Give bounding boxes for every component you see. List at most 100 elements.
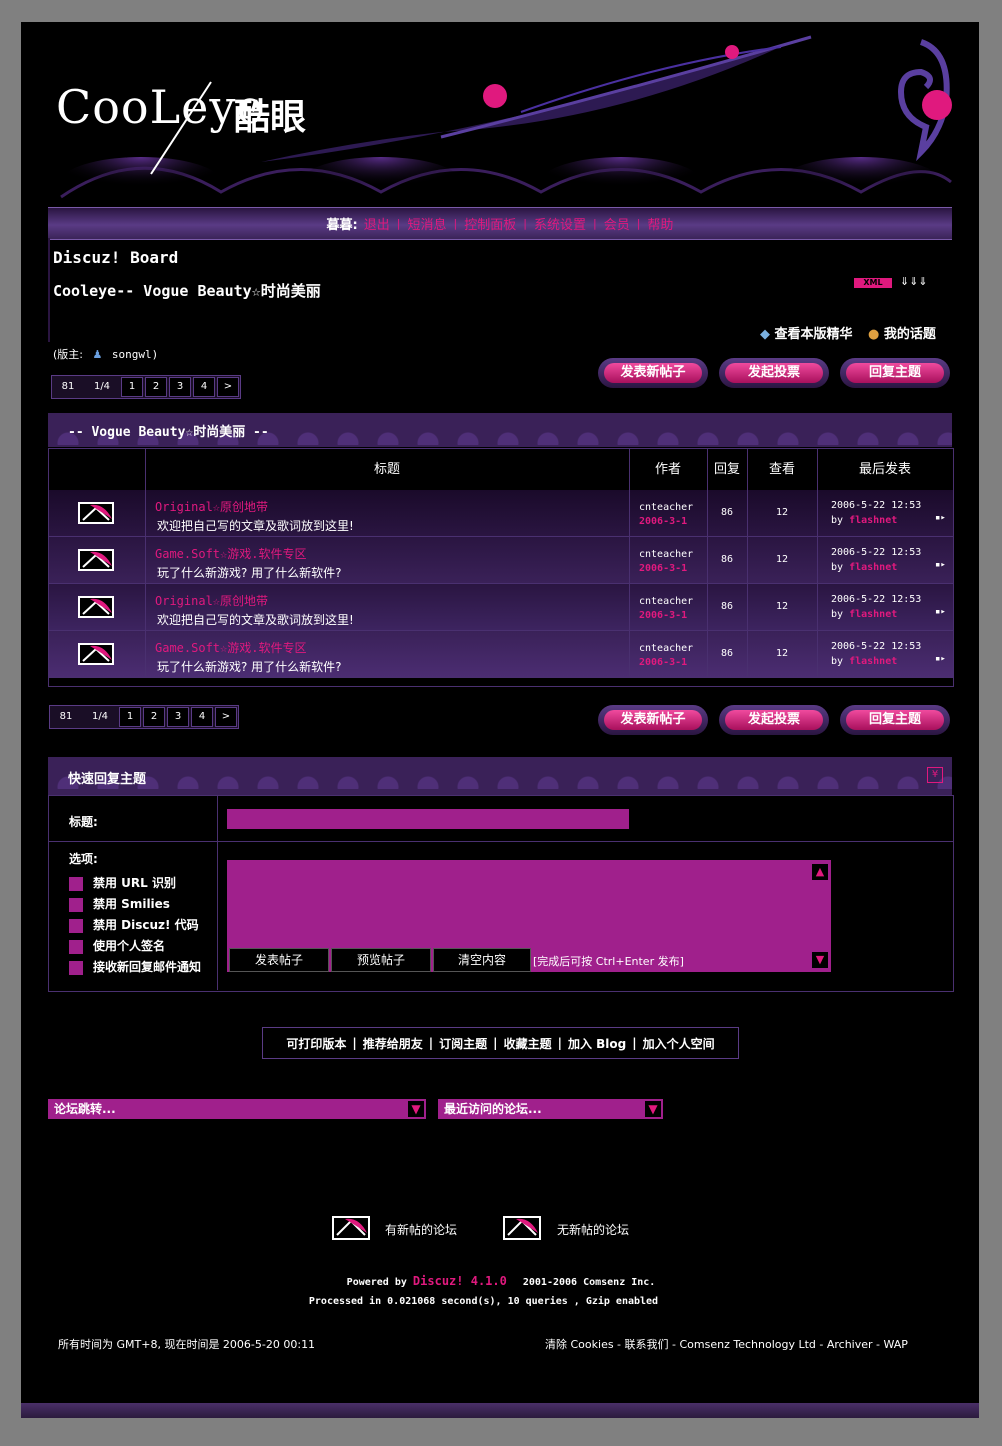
forum-title[interactable]: Game.Soft☆游戏.软件专区 (155, 639, 306, 656)
last-post-user[interactable]: flashnet (849, 609, 897, 620)
checkbox[interactable] (69, 897, 83, 912)
pager-page-4[interactable]: 4 (191, 707, 213, 727)
author-name[interactable]: cnteacher (639, 549, 693, 560)
forum-jump-label: 论坛跳转... (54, 1102, 116, 1116)
by-label: by (831, 609, 844, 620)
option-label: 禁用 Smilies (93, 897, 170, 911)
new-thread-button[interactable]: 发表新帖子 (598, 705, 708, 735)
moderator-name[interactable]: songwl) (112, 348, 158, 361)
submit-button[interactable]: 发表帖子 (229, 948, 329, 972)
author-name[interactable]: cnteacher (639, 502, 693, 513)
add-space-link[interactable]: 加入个人空间 (643, 1035, 715, 1052)
checkbox[interactable] (69, 960, 83, 975)
copyright-link[interactable]: 2001-2006 Comsenz Inc. (523, 1277, 655, 1288)
forum-title[interactable]: Original☆原创地带 (155, 498, 268, 515)
last-post-user[interactable]: flashnet (849, 562, 897, 573)
pager-next[interactable]: > (217, 377, 239, 397)
title-cell: Original☆原创地带 欢迎把自己写的文章及歌词放到这里! (145, 584, 630, 630)
collapse-icon[interactable]: ¥ (927, 767, 943, 783)
add-blog-link[interactable]: 加入 Blog (568, 1035, 626, 1052)
preview-button[interactable]: 预览帖子 (331, 948, 431, 972)
reply-button[interactable]: 回复主题 (840, 705, 950, 735)
xml-badge[interactable]: XML (854, 278, 892, 288)
pager-page-3[interactable]: 3 (167, 707, 189, 727)
checkbox[interactable] (69, 939, 83, 954)
subject-input[interactable] (227, 809, 629, 829)
new-poll-button[interactable]: 发起投票 (719, 705, 829, 735)
forum-title-en: Original (155, 500, 213, 514)
forum-title[interactable]: Original☆原创地带 (155, 592, 268, 609)
pager-top: 81 1/4 1 2 3 4 > (51, 375, 241, 399)
pager-page-4[interactable]: 4 (193, 377, 215, 397)
forum-title-en: Game.Soft (155, 641, 221, 655)
legend-new: 有新帖的论坛 (385, 1223, 458, 1237)
rss-icon[interactable]: ⇓⇓⇓ (900, 275, 928, 288)
username: 暮暮: (326, 218, 358, 233)
menu-members[interactable]: 会员 (604, 214, 630, 233)
by-label: by (831, 656, 844, 667)
moderator: (版主: ♟ songwl) (53, 346, 158, 362)
goto-last-post-icon[interactable]: ▪▸ (935, 560, 946, 570)
last-post-user[interactable]: flashnet (849, 656, 897, 667)
quick-reply-title: 快速回复主题 (68, 772, 147, 787)
forum-table: 标题 作者 回复 查看 最后发表 Original☆原创地带 欢迎把自己写的文章及… (48, 448, 954, 687)
last-post-user[interactable]: flashnet (849, 515, 897, 526)
forum-title-cn: ☆原创地带 (212, 500, 269, 514)
toolbar-divider: | (352, 1036, 357, 1050)
author-name[interactable]: cnteacher (639, 596, 693, 607)
scroll-up-icon[interactable]: ▲ (812, 864, 828, 880)
new-thread-button[interactable]: 发表新帖子 (598, 358, 708, 388)
by-label: by (831, 515, 844, 526)
my-topics-link[interactable]: ● 我的话题 (868, 323, 936, 342)
checkbox[interactable] (69, 876, 83, 891)
clear-button[interactable]: 清空内容 (433, 948, 531, 972)
author-name[interactable]: cnteacher (639, 643, 693, 654)
pager-next[interactable]: > (215, 707, 237, 727)
digest-link[interactable]: ◆ 查看本版精华 (760, 323, 853, 342)
printable-link[interactable]: 可打印版本 (286, 1035, 346, 1052)
last-post-time: 2006-5-22 12:53 (831, 500, 922, 511)
product-link[interactable]: Discuz! 4.1.0 (413, 1274, 507, 1288)
last-post-time: 2006-5-22 12:53 (831, 547, 922, 558)
option-disable-url[interactable]: 禁用 URL 识别 (69, 874, 176, 891)
pager-page-3[interactable]: 3 (169, 377, 191, 397)
goto-last-post-icon[interactable]: ▪▸ (935, 654, 946, 664)
option-disable-discuz-code[interactable]: 禁用 Discuz! 代码 (69, 916, 199, 933)
legend-none: 无新帖的论坛 (557, 1223, 630, 1237)
new-poll-label: 发起投票 (725, 710, 823, 730)
author-cell: cnteacher 2006-3-1 (629, 584, 708, 630)
checkbox[interactable] (69, 918, 83, 933)
option-use-signature[interactable]: 使用个人签名 (69, 937, 165, 954)
pager-page-1[interactable]: 1 (121, 377, 143, 397)
menu-logout[interactable]: 退出 (364, 214, 390, 233)
form-divider (49, 841, 953, 842)
toolbar-divider: | (493, 1036, 498, 1050)
board-title[interactable]: Discuz! Board (53, 248, 178, 267)
pager-page-2[interactable]: 2 (145, 377, 167, 397)
menu-control-panel[interactable]: 控制面板 (464, 214, 516, 233)
footer-links[interactable]: 清除 Cookies - 联系我们 - Comsenz Technology L… (545, 1336, 908, 1352)
menu-system-settings[interactable]: 系统设置 (534, 214, 586, 233)
menu-help[interactable]: 帮助 (647, 214, 673, 233)
menu-messages[interactable]: 短消息 (407, 214, 446, 233)
option-disable-smilies[interactable]: 禁用 Smilies (69, 895, 170, 912)
recent-forums-select[interactable]: 最近访问的论坛... ▼ (438, 1099, 663, 1119)
forum-title[interactable]: Game.Soft☆游戏.软件专区 (155, 545, 306, 562)
replies-count: 86 (707, 537, 748, 583)
pager-page-2[interactable]: 2 (143, 707, 165, 727)
reply-button[interactable]: 回复主题 (840, 358, 950, 388)
forum-description: 玩了什么新游戏? 用了什么新软件? (157, 660, 342, 674)
table-header: 标题 作者 回复 查看 最后发表 (49, 449, 953, 491)
option-email-notify[interactable]: 接收新回复邮件通知 (69, 958, 201, 975)
author-date: 2006-3-1 (639, 516, 688, 527)
forum-jump-select[interactable]: 论坛跳转... ▼ (48, 1099, 426, 1119)
recommend-link[interactable]: 推荐给朋友 (363, 1035, 423, 1052)
pager-page-1[interactable]: 1 (119, 707, 141, 727)
goto-last-post-icon[interactable]: ▪▸ (935, 607, 946, 617)
subscribe-link[interactable]: 订阅主题 (439, 1035, 487, 1052)
favorite-link[interactable]: 收藏主题 (504, 1035, 552, 1052)
goto-last-post-icon[interactable]: ▪▸ (935, 513, 946, 523)
header-title: 标题 (145, 449, 630, 490)
scroll-down-icon[interactable]: ▼ (812, 952, 828, 968)
new-poll-button[interactable]: 发起投票 (719, 358, 829, 388)
